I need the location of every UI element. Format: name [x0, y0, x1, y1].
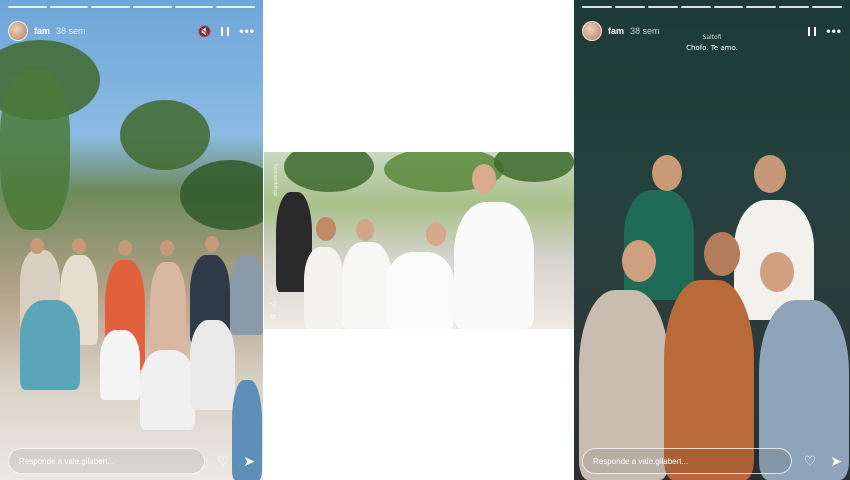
reply-input[interactable]: Responde a vale.gilabert... — [8, 448, 205, 474]
palm-foliage — [494, 152, 574, 182]
person-head — [754, 155, 786, 193]
story-username[interactable]: fam — [34, 26, 50, 36]
guest-head — [160, 240, 174, 256]
reply-input[interactable]: Responde a vale.gilabert... — [582, 448, 792, 474]
person-head — [426, 222, 446, 246]
person-head — [652, 155, 682, 191]
woman-lace-blouse — [386, 252, 454, 329]
middle-photo: fiore.weddings ♡ ◁ ⊙ — [264, 152, 574, 329]
guest-head — [30, 238, 44, 254]
man-white-shirt — [454, 202, 534, 329]
heart-icon[interactable]: ♡ — [804, 453, 817, 470]
story-progress-bar — [582, 6, 842, 8]
palm-foliage — [120, 100, 210, 170]
white-chair — [100, 330, 140, 400]
palm-foliage — [284, 152, 374, 192]
caption-text: Chofo. Te amo. — [686, 44, 738, 52]
guest-figure — [150, 262, 186, 362]
right-story-panel: fam 38 sem ••• Saltofi Chofo. Te amo. Re… — [574, 0, 850, 480]
send-icon[interactable]: ➤ — [830, 453, 842, 470]
side-icons: ♡ ◁ ⊙ — [270, 285, 276, 321]
person-head — [704, 232, 740, 276]
reply-bar: Responde a vale.gilabert... ♡ ➤ — [8, 448, 255, 474]
send-icon[interactable]: ➤ — [243, 453, 255, 470]
story-time: 38 sem — [56, 26, 86, 36]
reply-bar: Responde a vale.gilabert... ♡ ➤ — [582, 448, 842, 474]
person-head — [760, 252, 794, 292]
flower-arch — [0, 70, 70, 230]
avatar[interactable] — [8, 21, 28, 41]
mute-icon[interactable]: 🔇 — [198, 25, 212, 38]
more-icon[interactable]: ••• — [239, 25, 255, 37]
heart-icon[interactable]: ♡ — [217, 453, 230, 470]
white-chair — [140, 350, 195, 430]
caption-author: Saltofi — [702, 34, 722, 41]
reply-placeholder: Responde a vale.gilabert... — [19, 456, 115, 466]
person-head — [622, 240, 656, 282]
story-header: fam 38 sem 🔇 ••• — [8, 20, 255, 42]
palm-foliage — [180, 160, 263, 230]
guest-figure — [230, 255, 263, 335]
person-head — [472, 164, 496, 194]
white-chair — [190, 320, 235, 410]
back-icon[interactable]: ◁ — [270, 299, 276, 307]
guest-head — [118, 240, 132, 256]
story-progress-bar — [8, 6, 256, 8]
woman-white-dress — [304, 247, 344, 329]
guest-head — [205, 236, 219, 252]
left-story-panel: fam 38 sem 🔇 ••• Responde a vale.gilaber… — [0, 0, 263, 480]
guest-figure — [20, 300, 80, 390]
man-white-shirt — [342, 242, 392, 329]
reply-placeholder: Responde a vale.gilabert... — [593, 456, 689, 466]
guest-head — [72, 238, 86, 254]
person-head — [356, 219, 374, 241]
pause-icon[interactable] — [221, 26, 230, 36]
heart-icon[interactable]: ♡ — [270, 285, 276, 293]
person-head — [316, 217, 336, 241]
camera-icon[interactable]: ⊙ — [270, 313, 276, 321]
